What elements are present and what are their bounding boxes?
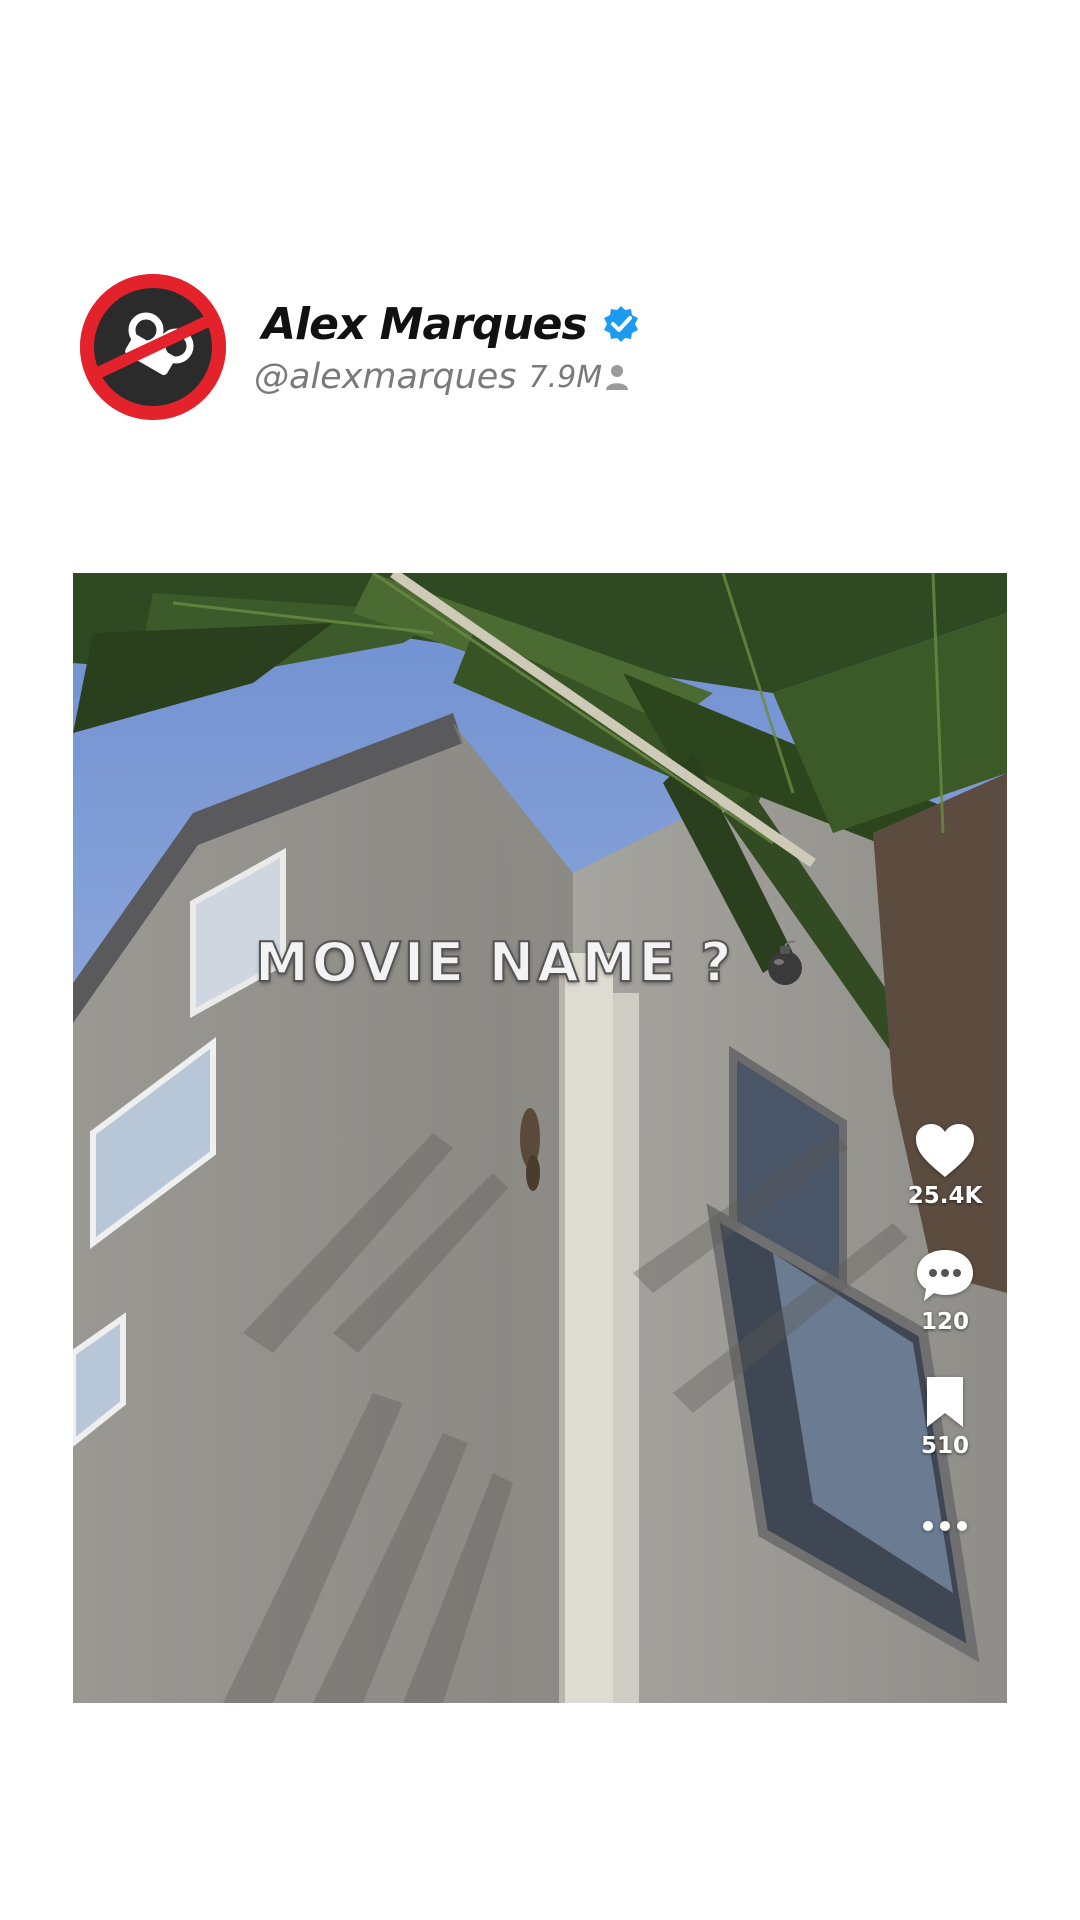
- handle-row: @alexmarques 7.9M: [254, 352, 630, 402]
- bomb-icon: [767, 940, 802, 985]
- comment-action[interactable]: 120: [883, 1247, 1007, 1335]
- heart-icon[interactable]: [914, 1123, 976, 1179]
- comment-count: 120: [920, 1309, 969, 1335]
- save-count: 510: [920, 1433, 969, 1459]
- handle[interactable]: @alexmarques: [254, 357, 517, 397]
- video-frame: [73, 573, 1007, 1703]
- follower-count: 7.9M: [528, 359, 603, 395]
- no-filming-icon: [80, 274, 226, 420]
- overlay-caption-text: MOVIE NAME ?: [254, 930, 735, 995]
- overlay-caption: MOVIE NAME ?: [254, 930, 805, 995]
- video-player[interactable]: MOVIE NAME ? 25.4K 120 510: [73, 573, 1007, 1703]
- like-count: 25.4K: [907, 1183, 983, 1209]
- like-action[interactable]: 25.4K: [883, 1123, 1007, 1209]
- verified-badge-icon: [603, 306, 638, 342]
- name-row: Alex Marques: [262, 296, 641, 352]
- person-icon: [606, 365, 629, 390]
- more-dots-icon[interactable]: [920, 1519, 970, 1533]
- post-card: Alex Marques @alexmarques 7.9M MOVIE NAM…: [0, 0, 1080, 1920]
- avatar[interactable]: [80, 274, 226, 420]
- comment-bubble-icon[interactable]: [914, 1247, 976, 1305]
- display-name[interactable]: Alex Marques: [262, 299, 588, 350]
- save-action[interactable]: 510: [883, 1375, 1007, 1459]
- bookmark-icon[interactable]: [923, 1375, 967, 1429]
- more-action[interactable]: [883, 1519, 1007, 1533]
